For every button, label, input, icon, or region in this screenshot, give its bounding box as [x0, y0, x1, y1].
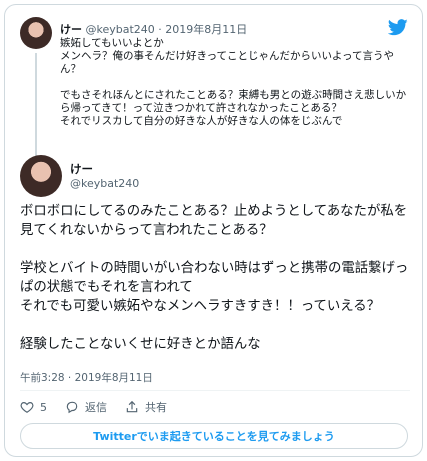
action-bar: 5 返信 共有	[20, 397, 167, 417]
main-tweet-text: ボロボロにしてるのみたことある？止めようとしてあなたが私を見てくれないからって言…	[20, 204, 409, 352]
parent-tweet-text: 嫉妬してもいいよとか メンヘラ？俺の事そんだけ好きってことじゃんだからいいよって…	[60, 37, 407, 127]
like-button[interactable]: 5	[20, 400, 47, 414]
heart-icon	[20, 402, 34, 413]
thread-line	[35, 53, 37, 159]
share-button[interactable]: 共有	[125, 399, 167, 415]
author-name[interactable]: けー	[60, 23, 82, 36]
twitter-bird-icon[interactable]	[388, 19, 408, 36]
author-name[interactable]: けー	[70, 161, 93, 177]
avatar[interactable]	[20, 155, 62, 197]
reply-button[interactable]: 返信	[65, 399, 107, 415]
share-icon	[126, 400, 138, 413]
share-label: 共有	[145, 401, 167, 414]
author-handle[interactable]: @keybat240	[70, 177, 139, 190]
see-whats-happening-button[interactable]: Twitterでいま起きていることを見てみましょう	[20, 423, 408, 449]
parent-tweet-header: けー @keybat240 · 2019年8月11日	[60, 21, 247, 37]
like-count: 5	[40, 400, 47, 414]
tweet-timestamp[interactable]: 午前3:28 · 2019年8月11日	[20, 370, 153, 385]
separator-dot: ·	[158, 23, 162, 36]
reply-bubble-icon	[66, 401, 78, 414]
reply-label: 返信	[85, 401, 107, 414]
avatar[interactable]	[20, 17, 52, 49]
tweet-date[interactable]: 2019年8月11日	[165, 23, 247, 36]
tweet-embed-card: けー @keybat240 · 2019年8月11日 嫉妬してもいいよとか メン…	[4, 4, 423, 457]
divider	[20, 390, 410, 391]
author-handle[interactable]: @keybat240	[86, 23, 155, 36]
